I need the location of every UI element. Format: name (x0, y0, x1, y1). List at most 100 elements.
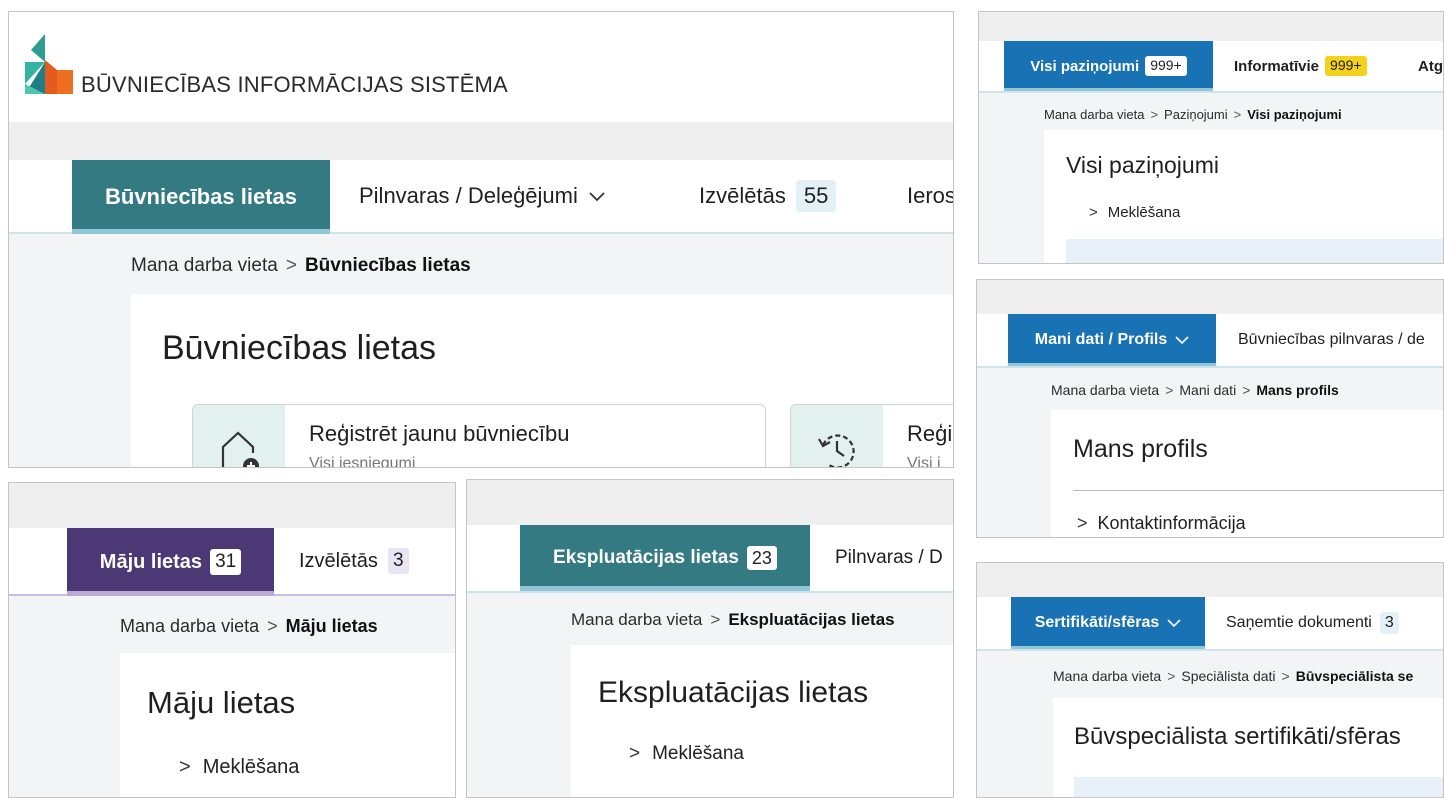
breadcrumb-link[interactable]: Mana darba vieta (571, 610, 702, 630)
tab-label: Informatīvie (1234, 57, 1320, 75)
breadcrumb-link[interactable]: Mani dati (1179, 382, 1236, 398)
main-card (571, 645, 953, 797)
chevron-right-icon: > (1077, 513, 1088, 533)
divider (1073, 490, 1443, 491)
search-label: Meklēšana (1107, 204, 1181, 221)
breadcrumb: Mana darba vieta > Būvniecības lietas (131, 254, 471, 278)
register-construction-tile[interactable]: Reģistrēt jaunu būvniecību Visi iesniegu… (192, 404, 766, 468)
tab-label: Ieros (907, 183, 954, 208)
breadcrumb-current: Māju lietas (285, 615, 378, 636)
count-badge: 23 (746, 545, 777, 571)
tab-buvniecibas-lietas[interactable]: Būvniecības lietas (72, 160, 330, 234)
chevron-down-icon (589, 192, 605, 202)
bis-panel: BŪVNIECĪBAS INFORMĀCIJAS SISTĒMA Būvniec… (8, 11, 954, 468)
content-panel (1074, 777, 1443, 797)
tab-label: Sertifikāti/sfēras (1034, 614, 1160, 631)
page-title: Būvniecības lietas (162, 329, 437, 367)
page-title: Mans profils (1073, 435, 1208, 463)
breadcrumb-current: Mans profils (1256, 382, 1339, 398)
breadcrumb-current: Būvspeciālista se (1295, 668, 1414, 684)
profils-panel: Mani dati / Profils Būvniecības pilnvara… (976, 279, 1444, 538)
breadcrumb-current: Visi paziņojumi (1247, 106, 1342, 122)
eksp-panel: Ekspluatācijas lietas 23 Pilnvaras / D M… (466, 479, 954, 798)
tile-subtitle: Visi i (907, 455, 941, 468)
breadcrumb: Mana darba vieta > Speciālista dati > Bū… (1053, 666, 1413, 686)
history-icon (818, 434, 855, 467)
tab-pilnvaras-delegejumi[interactable]: Pilnvaras / Deleģējumi (359, 160, 606, 232)
page-title: Visi paziņojumi (1066, 152, 1219, 178)
breadcrumb: Mana darba vieta > Ekspluatācijas lietas (571, 608, 895, 632)
tab-atgadinajumi[interactable]: Atg (1418, 41, 1443, 91)
chevron-right-icon: > (629, 743, 641, 764)
bis-logo-icon (25, 34, 73, 94)
page-title: Ekspluatācijas lietas (598, 676, 869, 709)
count-badge: 31 (210, 549, 242, 575)
search-toggle[interactable]: > Meklēšana (179, 756, 299, 779)
chevron-right-icon: > (267, 615, 278, 636)
tab-maju-lietas[interactable]: Māju lietas 31 (67, 528, 274, 596)
page-title: Būvspeciālista sertifikāti/sfēras (1074, 723, 1401, 750)
contact-info-toggle[interactable]: > Kontaktinformācija (1077, 513, 1246, 534)
chevron-right-icon: > (1281, 668, 1290, 684)
tab-label: Ekspluatācijas lietas (553, 547, 739, 568)
chevron-right-icon: > (710, 610, 721, 629)
chevron-right-icon: > (285, 255, 297, 276)
tab-pilnvaras[interactable]: Pilnvaras / D (835, 525, 943, 591)
tile-subtitle: Visi iesniegumi (309, 455, 416, 468)
tab-buvniecibas-pilnvaras[interactable]: Būvniecības pilnvaras / de (1238, 314, 1425, 366)
count-badge: 3 (387, 548, 409, 574)
count-badge: 55 (795, 180, 837, 212)
search-toggle[interactable]: > Meklēšana (1089, 204, 1180, 221)
breadcrumb-link[interactable]: Mana darba vieta (1053, 668, 1161, 684)
chevron-down-icon (1167, 619, 1181, 628)
tab-label: Pilnvaras / D (835, 547, 943, 568)
tab-mani-dati-profils[interactable]: Mani dati / Profils (1008, 314, 1216, 366)
tab-label: Būvniecības pilnvaras / de (1238, 331, 1425, 348)
search-label: Meklēšana (652, 743, 744, 764)
sertifikati-panel: Sertifikāti/sfēras Saņemtie dokumenti 3 … (976, 562, 1444, 798)
pazinojumi-panel: Visi paziņojumi 999+ Informatīvie 999+ A… (978, 11, 1444, 264)
breadcrumb-link[interactable]: Mana darba vieta (131, 255, 278, 277)
tab-ekspluatacijas-lietas[interactable]: Ekspluatācijas lietas 23 (520, 525, 810, 591)
breadcrumb: Mana darba vieta > Paziņojumi > Visi paz… (1044, 104, 1342, 124)
breadcrumb: Mana darba vieta > Māju lietas (120, 614, 378, 638)
tab-ierosinajumi[interactable]: Ieros (907, 160, 954, 232)
tab-label: Saņemtie dokumenti (1226, 614, 1372, 631)
chevron-right-icon: > (1089, 204, 1098, 221)
tab-label: Atg (1418, 57, 1443, 75)
chevron-right-icon: > (1167, 668, 1176, 684)
breadcrumb-link[interactable]: Paziņojumi (1164, 107, 1228, 122)
tab-izveletas[interactable]: Izvēlētās 3 (299, 528, 409, 594)
breadcrumb-link[interactable]: Mana darba vieta (1051, 382, 1159, 398)
bis-logo-text: BŪVNIECĪBAS INFORMĀCIJAS SISTĒMA (81, 72, 508, 97)
chevron-right-icon: > (1165, 382, 1174, 398)
tab-label: Māju lietas (99, 550, 203, 573)
breadcrumb-link[interactable]: Mana darba vieta (120, 616, 259, 637)
tab-label: Mani dati / Profils (1034, 331, 1168, 348)
tab-sanemtie-dokumenti[interactable]: Saņemtie dokumenti 3 (1226, 597, 1399, 649)
chevron-right-icon: > (1242, 382, 1251, 398)
search-panel (1066, 239, 1443, 263)
chevron-right-icon: > (1233, 106, 1242, 122)
tab-sertifikati-sferas[interactable]: Sertifikāti/sfēras (1011, 597, 1205, 649)
breadcrumb-link[interactable]: Speciālista dati (1181, 668, 1275, 684)
tab-label: Visi paziņojumi (1030, 57, 1140, 75)
register-tile-2[interactable]: Reģi Visi i (790, 404, 953, 468)
search-toggle[interactable]: > Meklēšana (629, 743, 744, 765)
count-badge: 3 (1379, 612, 1399, 634)
chevron-right-icon: > (1150, 106, 1159, 122)
search-label: Meklēšana (202, 756, 300, 778)
top-gray-bar (9, 122, 953, 160)
tab-label: Izvēlētās (699, 183, 786, 208)
breadcrumb-current: Ekspluatācijas lietas (728, 610, 895, 629)
count-badge: 999+ (1145, 56, 1187, 76)
house-plus-icon (221, 431, 259, 467)
tab-informativie[interactable]: Informatīvie 999+ (1234, 41, 1367, 91)
chevron-right-icon: > (179, 756, 191, 778)
tab-izveletas[interactable]: Izvēlētās 55 (699, 160, 837, 232)
tab-label: Būvniecības lietas (105, 184, 297, 209)
tab-visi-pazinojumi[interactable]: Visi paziņojumi 999+ (1004, 41, 1213, 91)
breadcrumb-link[interactable]: Mana darba vieta (1044, 107, 1144, 122)
section-label: Kontaktinformācija (1097, 513, 1246, 533)
tab-label: Pilnvaras / Deleģējumi (359, 183, 578, 208)
